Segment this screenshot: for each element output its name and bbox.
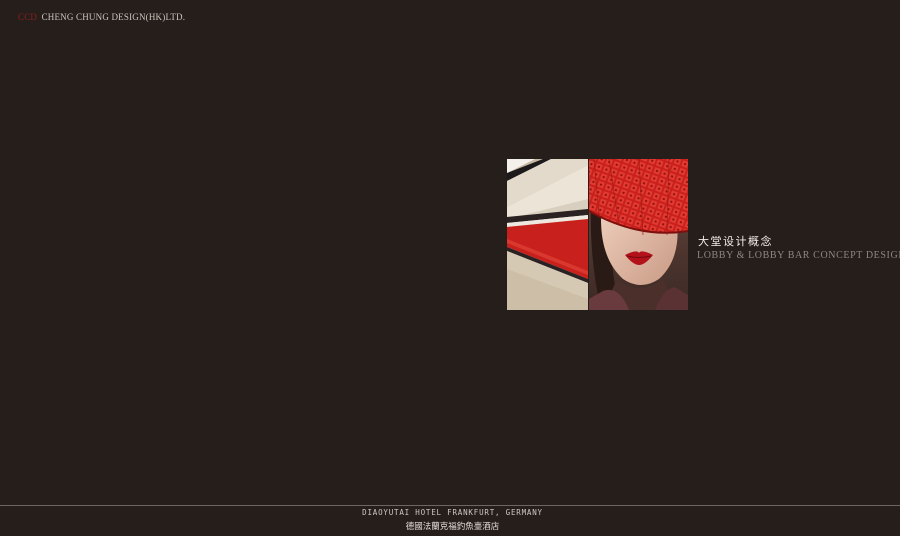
section-title-chinese: 大堂设计概念 [698, 235, 773, 248]
company-name: CHENG CHUNG DESIGN(HK)LTD. [41, 12, 186, 22]
section-title-english: LOBBY & LOBBY BAR CONCEPT DESIGN [697, 250, 900, 261]
presentation-slide: CCD CHENG CHUNG DESIGN(HK)LTD. 大堂设计概念 LO… [0, 0, 900, 536]
logo-mark: CCD [18, 12, 38, 22]
company-logo: CCD CHENG CHUNG DESIGN(HK)LTD. [18, 12, 185, 22]
architecture-photo [507, 159, 588, 310]
portrait-photo [589, 159, 688, 310]
footer-divider [0, 505, 900, 506]
project-name-english: DIAOYUTAI HOTEL FRANKFURT, GERMANY [362, 508, 543, 517]
project-name-chinese: 德國法蘭克福釣魚臺酒店 [405, 522, 500, 532]
